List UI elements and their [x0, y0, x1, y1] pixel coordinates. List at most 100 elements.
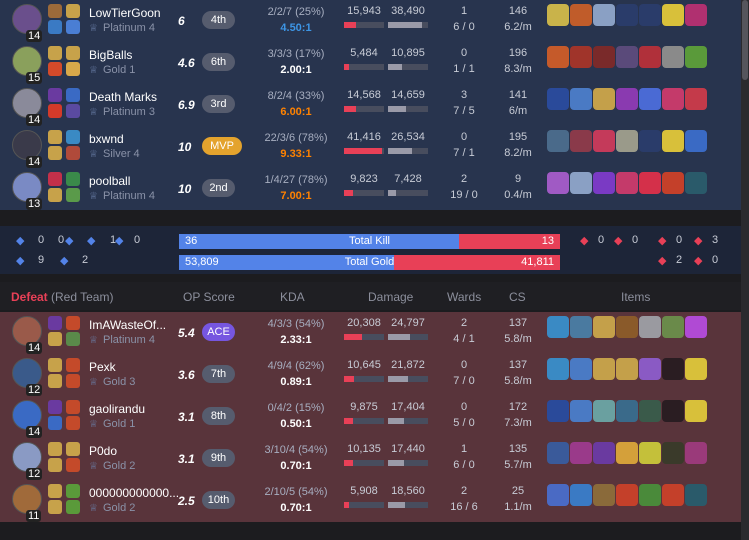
summoner-spell-icon[interactable] [48, 20, 62, 34]
summoner-name[interactable]: BigBalls [89, 48, 132, 62]
player-row[interactable]: 12 Pexk ♕ Gold 3 3.6 7th 4/9/4 (62%) 0.89:1 10,6… [0, 354, 741, 396]
item-icon[interactable] [616, 484, 638, 506]
summoner-spell-icon[interactable] [48, 416, 62, 430]
item-icon[interactable] [570, 442, 592, 464]
rune-icon[interactable] [66, 500, 80, 514]
item-icon[interactable] [547, 130, 569, 152]
item-icon[interactable] [570, 4, 592, 26]
item-icon[interactable] [639, 358, 661, 380]
item-icon[interactable] [616, 88, 638, 110]
item-icon[interactable] [547, 442, 569, 464]
summoner-name[interactable]: poolball [89, 174, 130, 188]
summoner-name[interactable]: gaolirandu [89, 402, 145, 416]
item-icon[interactable] [639, 130, 661, 152]
item-icon[interactable] [685, 442, 707, 464]
rune-icon[interactable] [66, 358, 80, 372]
rune-icon[interactable] [66, 416, 80, 430]
rune-icon[interactable] [66, 172, 80, 186]
item-icon[interactable] [593, 358, 615, 380]
item-icon[interactable] [593, 316, 615, 338]
item-icon[interactable] [639, 442, 661, 464]
item-icon[interactable] [685, 130, 707, 152]
player-row[interactable]: 15 BigBalls ♕ Gold 1 4.6 6th 3/3/3 (17%) 2.00:1… [0, 42, 741, 84]
item-icon[interactable] [593, 172, 615, 194]
player-row[interactable]: 11 000000000000... ♕ Gold 2 2.5 10th 2/10/5 (5… [0, 480, 741, 522]
summoner-spell-icon[interactable] [48, 400, 62, 414]
item-icon[interactable] [616, 316, 638, 338]
item-icon[interactable] [547, 358, 569, 380]
summoner-name[interactable]: Pexk [89, 360, 116, 374]
summoner-name[interactable]: Death Marks [89, 90, 157, 104]
item-icon[interactable] [639, 172, 661, 194]
item-icon[interactable] [616, 4, 638, 26]
summoner-name[interactable]: P0do [89, 444, 117, 458]
summoner-name[interactable]: 000000000000... [89, 486, 179, 500]
scrollbar-thumb[interactable] [742, 0, 748, 80]
item-icon[interactable] [662, 46, 684, 68]
item-icon[interactable] [685, 358, 707, 380]
item-icon[interactable] [616, 46, 638, 68]
rune-icon[interactable] [66, 46, 80, 60]
summoner-spell-icon[interactable] [48, 88, 62, 102]
player-row[interactable]: 14 bxwnd ♕ Silver 4 10 MVP 22/3/6 (78%) 9.33:1 4… [0, 126, 741, 168]
rune-icon[interactable] [66, 88, 80, 102]
item-icon[interactable] [662, 4, 684, 26]
item-icon[interactable] [547, 400, 569, 422]
item-icon[interactable] [685, 172, 707, 194]
item-icon[interactable] [685, 400, 707, 422]
url-bar[interactable] [0, 526, 741, 540]
item-icon[interactable] [639, 400, 661, 422]
player-row[interactable]: 14 gaolirandu ♕ Gold 1 3.1 8th 0/4/2 (15%) 0.50… [0, 396, 741, 438]
item-icon[interactable] [639, 316, 661, 338]
item-icon[interactable] [570, 316, 592, 338]
item-icon[interactable] [593, 442, 615, 464]
rune-icon[interactable] [66, 20, 80, 34]
summoner-spell-icon[interactable] [48, 358, 62, 372]
summoner-spell-icon[interactable] [48, 484, 62, 498]
item-icon[interactable] [547, 88, 569, 110]
item-icon[interactable] [547, 316, 569, 338]
summoner-spell-icon[interactable] [48, 104, 62, 118]
rune-icon[interactable] [66, 188, 80, 202]
summoner-spell-icon[interactable] [48, 188, 62, 202]
rune-icon[interactable] [66, 146, 80, 160]
rune-icon[interactable] [66, 62, 80, 76]
item-icon[interactable] [662, 316, 684, 338]
rune-icon[interactable] [66, 400, 80, 414]
summoner-spell-icon[interactable] [48, 62, 62, 76]
summoner-name[interactable]: bxwnd [89, 132, 124, 146]
item-icon[interactable] [593, 88, 615, 110]
item-icon[interactable] [639, 88, 661, 110]
item-icon[interactable] [616, 400, 638, 422]
summoner-spell-icon[interactable] [48, 46, 62, 60]
item-icon[interactable] [662, 358, 684, 380]
rune-icon[interactable] [66, 332, 80, 346]
player-row[interactable]: 14 LowTierGoon ♕ Platinum 4 6 4th 2/2/7 (25%) 4… [0, 0, 741, 42]
rune-icon[interactable] [66, 442, 80, 456]
item-icon[interactable] [662, 400, 684, 422]
item-icon[interactable] [616, 172, 638, 194]
rune-icon[interactable] [66, 104, 80, 118]
player-row[interactable]: 14 Death Marks ♕ Platinum 3 6.9 3rd 8/2/4 (33%… [0, 84, 741, 126]
item-icon[interactable] [685, 316, 707, 338]
item-icon[interactable] [593, 130, 615, 152]
item-icon[interactable] [593, 4, 615, 26]
player-row[interactable]: 13 poolball ♕ Platinum 4 10 2nd 1/4/27 (78%) 7.… [0, 168, 741, 210]
summoner-spell-icon[interactable] [48, 374, 62, 388]
item-icon[interactable] [570, 130, 592, 152]
item-icon[interactable] [639, 484, 661, 506]
item-icon[interactable] [570, 400, 592, 422]
rune-icon[interactable] [66, 484, 80, 498]
item-icon[interactable] [662, 88, 684, 110]
item-icon[interactable] [616, 130, 638, 152]
rune-icon[interactable] [66, 130, 80, 144]
item-icon[interactable] [616, 442, 638, 464]
item-icon[interactable] [570, 46, 592, 68]
item-icon[interactable] [547, 46, 569, 68]
scrollbar[interactable] [741, 0, 749, 540]
item-icon[interactable] [639, 4, 661, 26]
item-icon[interactable] [685, 484, 707, 506]
summoner-spell-icon[interactable] [48, 500, 62, 514]
item-icon[interactable] [547, 4, 569, 26]
item-icon[interactable] [593, 400, 615, 422]
